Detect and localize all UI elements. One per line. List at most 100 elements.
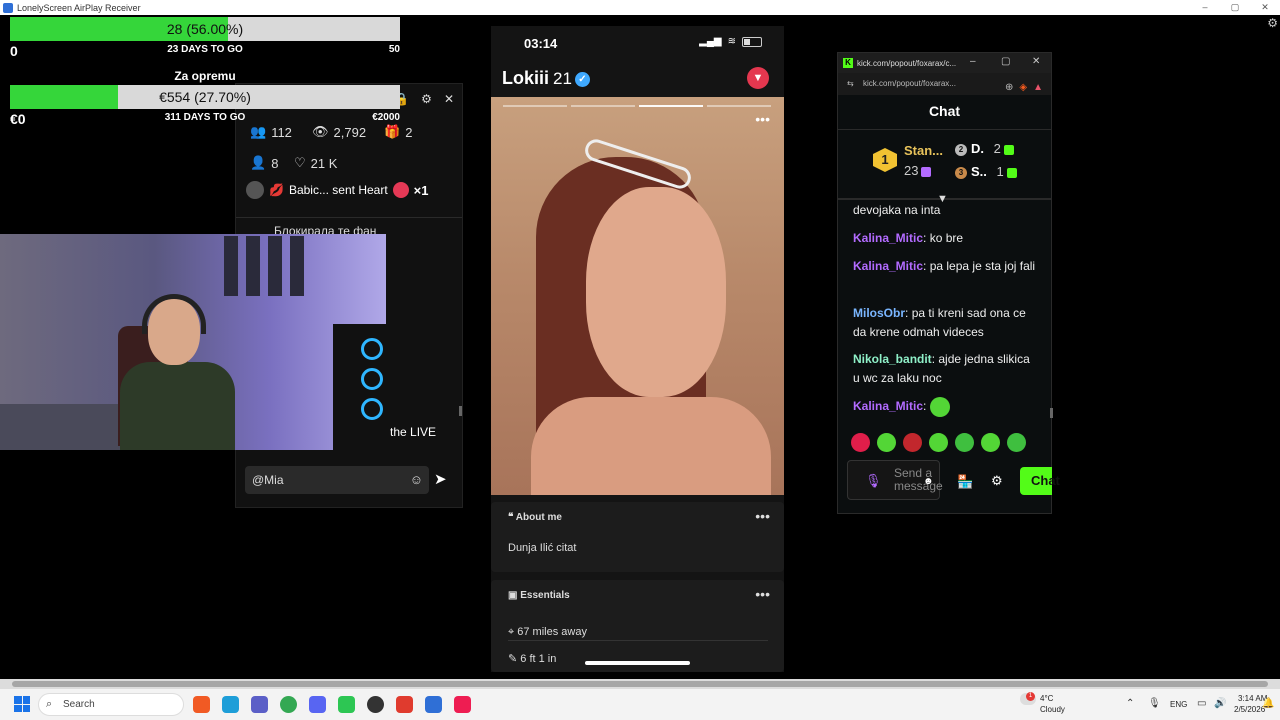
eye-icon: 👁 bbox=[312, 124, 329, 139]
emoji-icon[interactable]: ☻ bbox=[923, 476, 934, 487]
profile-name-row: Lokiii 21 ✓ bbox=[502, 68, 590, 89]
message-placeholder: Send a message bbox=[894, 466, 943, 493]
teams-icon[interactable] bbox=[251, 696, 268, 713]
leaderboard-1-count: 23 bbox=[904, 163, 932, 178]
scrollbar[interactable] bbox=[459, 406, 462, 416]
home-indicator[interactable] bbox=[585, 661, 690, 665]
divider bbox=[508, 640, 768, 641]
tf-app-icon[interactable] bbox=[396, 696, 413, 713]
brave-browser-icon[interactable] bbox=[193, 696, 210, 713]
store-icon[interactable]: 🏪 bbox=[957, 474, 973, 490]
emote-icon[interactable] bbox=[877, 433, 896, 452]
weather-temp[interactable]: 4°C bbox=[1040, 694, 1053, 703]
chrome-icon[interactable] bbox=[280, 696, 297, 713]
wall-art bbox=[268, 236, 282, 296]
tiktok-icon[interactable] bbox=[454, 696, 471, 713]
emote-icon[interactable] bbox=[1007, 433, 1026, 452]
avatar bbox=[246, 181, 264, 199]
kick-logo-icon: K bbox=[843, 58, 853, 68]
ruler-icon: ✎ bbox=[508, 653, 518, 665]
windows-start-icon[interactable] bbox=[14, 696, 30, 712]
close-icon[interactable]: ✕ bbox=[1032, 56, 1040, 67]
obs-icon[interactable] bbox=[367, 696, 384, 713]
profile-name: Lokiii bbox=[502, 68, 550, 88]
scrollbar-thumb[interactable] bbox=[12, 681, 1268, 687]
essentials-more-icon[interactable]: ••• bbox=[755, 586, 770, 602]
chat-message: devojaka na inta bbox=[853, 203, 941, 217]
emote-bar bbox=[851, 433, 1026, 452]
close-icon[interactable]: ✕ bbox=[1250, 0, 1280, 15]
leaderboard-3[interactable]: 3 S.. 1 bbox=[955, 164, 1017, 179]
rank-1-badge: 1 bbox=[873, 148, 897, 172]
volume-icon[interactable]: 🔊 bbox=[1214, 698, 1226, 709]
divider bbox=[236, 217, 462, 218]
phone-screen: 03:14 ▂▄▆ ≋ Lokiii 21 ✓ ▼ ••• ❝ About me •… bbox=[491, 26, 784, 672]
emoji-icon[interactable]: ☺ bbox=[410, 466, 423, 494]
face bbox=[586, 187, 726, 397]
kick-window-bar: K kick.com/popout/foxarax/c... – ▢ ✕ bbox=[838, 53, 1051, 73]
settings-icon[interactable]: ⚙ bbox=[991, 473, 1003, 489]
location-icon: ⌖ bbox=[508, 626, 515, 638]
goal-2-max: €2000 bbox=[372, 112, 400, 123]
minimize-icon[interactable]: – bbox=[1190, 0, 1220, 15]
microphone-icon[interactable]: 🎙 bbox=[1148, 698, 1161, 709]
gift-icon bbox=[921, 166, 932, 177]
emote-icon[interactable] bbox=[903, 433, 922, 452]
host-titlebar: LonelyScreen AirPlay Receiver – ▢ ✕ bbox=[0, 0, 1280, 15]
likes-stat: ♡ 21 K bbox=[294, 155, 338, 171]
goal-bar-1: 28 (56.00%) 0 23 DAYS TO GO 50 bbox=[10, 17, 400, 59]
streamer-body bbox=[120, 362, 235, 450]
network-icon[interactable]: ▭ bbox=[1197, 698, 1206, 709]
comment-input[interactable]: @Mia ☺ bbox=[245, 466, 429, 494]
profile-photo[interactable]: ••• bbox=[491, 97, 784, 495]
gift-icon: 🎁 bbox=[384, 124, 401, 139]
emote-icon[interactable] bbox=[929, 433, 948, 452]
send-icon[interactable]: ➤ bbox=[434, 470, 447, 488]
emote-icon bbox=[929, 397, 950, 417]
weather-desc[interactable]: Cloudy bbox=[1040, 705, 1065, 714]
tray-chevron-icon[interactable]: ⌃ bbox=[1126, 698, 1134, 709]
kick-tab-title: kick.com/popout/foxarax/c... bbox=[857, 58, 957, 68]
maximize-icon[interactable]: ▢ bbox=[1220, 0, 1250, 15]
fan bbox=[361, 368, 383, 390]
lips-icon: 💋 bbox=[269, 183, 284, 197]
followers-stat: 👤 8 bbox=[250, 155, 279, 171]
zoom-icon[interactable]: ⊕ bbox=[1005, 77, 1013, 99]
taskbar-search[interactable]: ⌕ Search bbox=[38, 693, 184, 716]
emote-icon[interactable] bbox=[955, 433, 974, 452]
photo-more-icon[interactable]: ••• bbox=[755, 111, 770, 127]
about-more-icon[interactable]: ••• bbox=[755, 508, 770, 524]
settings-icon[interactable]: ⚙ bbox=[421, 92, 432, 106]
gifts-stat: 🎁 2 bbox=[384, 124, 413, 140]
maximize-icon[interactable]: ▢ bbox=[1001, 56, 1010, 67]
address-bar[interactable]: ⇆ kick.com/popout/foxarax... ⊕ ◈ ▲ bbox=[838, 73, 1051, 95]
emote-icon[interactable] bbox=[851, 433, 870, 452]
message-input[interactable]: 🎙 Send a message ☻ bbox=[847, 460, 943, 500]
settings-gear-icon[interactable]: ⚙ bbox=[1267, 16, 1278, 30]
brave-rewards-icon[interactable]: ▲ bbox=[1033, 77, 1043, 99]
emote-icon[interactable] bbox=[981, 433, 1000, 452]
desktop-icon[interactable] bbox=[222, 696, 239, 713]
leaderboard-2[interactable]: 2 D. 2 bbox=[955, 141, 1014, 156]
search-icon: ⌕ bbox=[46, 698, 53, 710]
leaderboard-1-name[interactable]: Stan... bbox=[904, 143, 943, 158]
microphone-icon[interactable]: 🎙 bbox=[865, 473, 882, 489]
goal-1-days: 23 DAYS TO GO bbox=[167, 44, 243, 55]
horizontal-scrollbar[interactable] bbox=[0, 679, 1280, 689]
scrollbar[interactable] bbox=[1050, 408, 1053, 418]
clock-date[interactable]: 2/5/2026 bbox=[1234, 705, 1265, 714]
lonelyscreen-icon[interactable] bbox=[425, 696, 442, 713]
chat-message: Kalina_Mitic: bbox=[853, 397, 1038, 417]
kick-app-icon[interactable] bbox=[338, 696, 355, 713]
close-panel-icon[interactable]: ✕ bbox=[444, 92, 454, 106]
language-indicator[interactable]: ENG bbox=[1170, 700, 1187, 709]
goal-bar-2: €554 (27.70%) €0 311 DAYS TO GO €2000 bbox=[10, 85, 400, 127]
distance-row: ⌖ 67 miles away bbox=[508, 626, 587, 638]
minimize-icon[interactable]: – bbox=[970, 56, 976, 67]
brave-shield-icon[interactable]: ◈ bbox=[1019, 77, 1027, 99]
chat-send-button[interactable]: Chat bbox=[1020, 467, 1060, 495]
site-info-icon[interactable]: ⇆ bbox=[847, 73, 854, 95]
notifications-icon[interactable]: 🔔 bbox=[1262, 698, 1274, 709]
discord-icon[interactable] bbox=[309, 696, 326, 713]
location-pin-button[interactable]: ▼ bbox=[747, 67, 769, 89]
